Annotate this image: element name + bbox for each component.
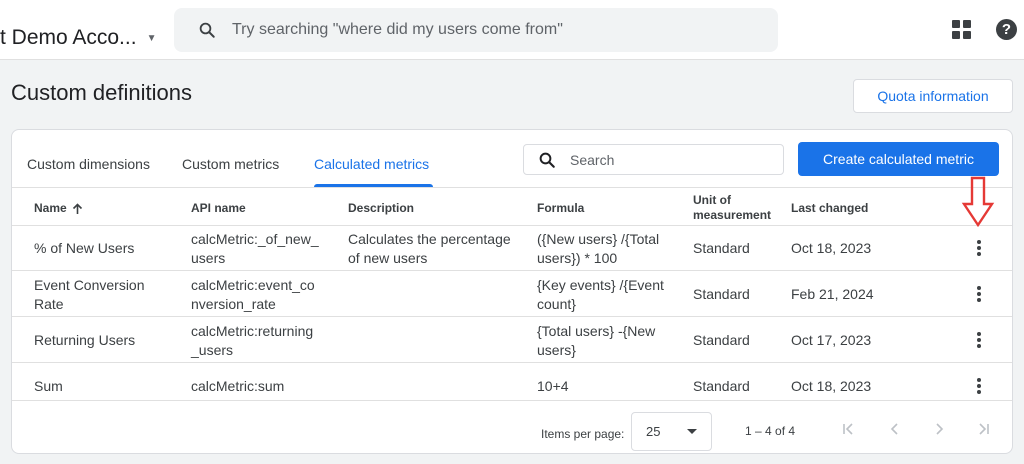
cell-last-changed: Oct 18, 2023 [791,378,872,394]
cell-text: calcMetric:returning [191,323,314,339]
cell-description: Calculates the percentage of new users [348,230,518,268]
cell-last-changed: Oct 17, 2023 [791,332,872,348]
cell-text: users} [537,342,576,358]
divider [12,270,1012,271]
page-title: Custom definitions [11,80,192,105]
column-header-name-label: Name [34,201,67,215]
table-search-box[interactable] [523,144,784,175]
cell-api-name: calcMetric:returning _users [191,322,336,360]
cell-text: count} [537,296,576,312]
cell-last-changed: Oct 18, 2023 [791,240,872,256]
previous-page-icon[interactable] [887,421,903,437]
cell-text: calcMetric:_of_new_ [191,231,319,247]
cell-text: Event Conversion [34,277,145,293]
cell-text: 10+4 [537,378,569,394]
divider [12,187,1012,188]
column-header-unit-line1: Unit of [693,193,731,207]
cell-text: calcMetric:event_co [191,277,315,293]
cell-api-name: calcMetric:_of_new_users [191,230,336,268]
definitions-card: Custom dimensions Custom metrics Calcula… [11,129,1013,454]
cell-text: calcMetric:sum [191,378,285,394]
more-vert-icon[interactable] [974,284,984,304]
cell-api-name: calcMetric:event_co nversion_rate [191,276,336,314]
divider [12,400,1012,401]
cell-unit: Standard [693,286,750,302]
divider [12,362,1012,363]
column-header-unit: Unit of measurement [693,193,771,223]
sort-ascending-icon [72,202,82,214]
cell-text: of new users [348,250,428,266]
cell-text: Returning Users [34,332,136,348]
column-header-formula: Formula [537,201,585,215]
search-icon [539,152,555,168]
cell-text: Sum [34,378,63,394]
next-page-icon[interactable] [931,421,947,437]
cell-last-changed: Feb 21, 2024 [791,286,874,302]
cell-text: {Total users} -{New [537,323,656,339]
cell-api-name: calcMetric:sum [191,377,336,396]
items-per-page-select[interactable]: 25 [631,412,712,451]
red-down-arrow-icon [961,176,995,228]
top-bar: t Demo Acco... ▼ ? [0,0,1024,60]
tab-custom-metrics[interactable]: Custom metrics [182,156,279,186]
account-name[interactable]: t Demo Acco... [0,26,137,50]
cell-formula: {Total users} -{New users} [537,322,682,360]
column-header-last-changed: Last changed [791,201,869,215]
cell-name: Event Conversion Rate [34,276,179,314]
cell-name: % of New Users [34,239,179,258]
tab-custom-dimensions[interactable]: Custom dimensions [27,156,150,186]
search-icon [199,22,215,38]
cell-text: users}) * 100 [537,250,618,266]
more-vert-icon[interactable] [974,330,984,350]
create-calculated-metric-button[interactable]: Create calculated metric [798,142,999,176]
cell-text: Rate [34,296,64,312]
cell-formula: 10+4 [537,377,682,396]
more-vert-icon[interactable] [974,376,984,396]
caret-down-icon[interactable]: ▼ [147,33,157,44]
cell-text: _users [191,342,234,358]
cell-text: Calculates the percentage [348,231,511,247]
global-search-input[interactable] [232,21,732,39]
cell-name: Returning Users [34,331,179,350]
column-header-api-name: API name [191,201,246,215]
cell-text: users [191,250,226,266]
first-page-icon[interactable] [841,421,857,437]
account-selector[interactable]: t Demo Acco... ▼ [0,26,156,50]
global-search-bar[interactable] [174,8,778,52]
column-header-unit-line2: measurement [693,208,772,222]
cell-formula: ({New users} /{Total users}) * 100 [537,230,682,268]
cell-text: ({New users} /{Total [537,231,660,247]
last-page-icon[interactable] [975,421,991,437]
column-header-name[interactable]: Name [34,201,83,216]
more-vert-icon[interactable] [974,238,984,258]
pagination-range: 1 – 4 of 4 [745,424,796,438]
cell-unit: Standard [693,332,750,348]
cell-text: nversion_rate [191,296,276,312]
cell-text: {Key events} /{Event [537,277,664,293]
table-search-input[interactable] [570,151,760,168]
items-per-page-value: 25 [646,424,661,439]
cell-name: Sum [34,377,179,396]
apps-grid-icon[interactable] [952,20,971,39]
cell-formula: {Key events} /{Event count} [537,276,682,314]
dropdown-arrow-icon [687,429,697,434]
column-header-description: Description [348,201,415,215]
cell-text: % of New Users [34,240,135,256]
divider [12,225,1012,226]
items-per-page-label: Items per page: [541,427,625,441]
cell-unit: Standard [693,378,750,394]
quota-information-button[interactable]: Quota information [853,79,1013,113]
tab-calculated-metrics[interactable]: Calculated metrics [314,156,429,186]
help-icon[interactable]: ? [996,19,1017,40]
divider [12,316,1012,317]
cell-unit: Standard [693,240,750,256]
